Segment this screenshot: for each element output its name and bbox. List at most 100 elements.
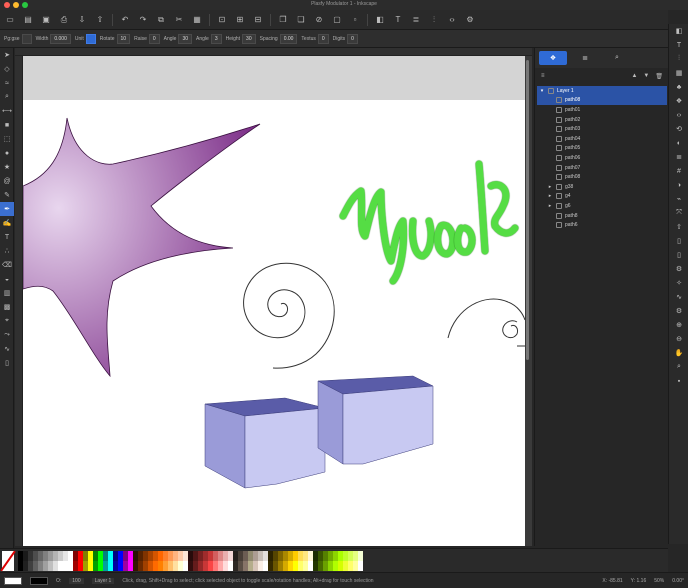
pencil-icon[interactable]: ✎ bbox=[0, 188, 14, 202]
selectors-icon[interactable]: # bbox=[669, 164, 688, 178]
3d-box-right[interactable] bbox=[317, 375, 434, 465]
control-value[interactable]: 30 bbox=[178, 33, 193, 44]
text-icon[interactable]: T bbox=[0, 230, 14, 244]
undo-icon[interactable]: ↶ bbox=[119, 14, 131, 26]
zoom-page-icon[interactable]: ⊟ bbox=[252, 14, 264, 26]
control-value[interactable]: 3 bbox=[210, 33, 222, 44]
tree-object-row[interactable]: path08 bbox=[537, 95, 667, 106]
rotation-value[interactable]: 0.00° bbox=[672, 578, 684, 584]
gear-icon[interactable]: ⚙ bbox=[669, 304, 688, 318]
delete-icon[interactable]: 🗑 bbox=[655, 73, 663, 80]
align-icon[interactable]: ⫶ bbox=[669, 52, 688, 66]
page[interactable] bbox=[23, 56, 525, 546]
measure-icon[interactable]: ⟷ bbox=[0, 104, 14, 118]
spiral-icon[interactable]: @ bbox=[0, 174, 14, 188]
eraser-icon[interactable]: ⌫ bbox=[0, 258, 14, 272]
path-effects-icon[interactable]: ∿ bbox=[669, 290, 688, 304]
control-value[interactable]: 30 bbox=[242, 33, 256, 44]
paint-servers-icon[interactable]: ◑ bbox=[669, 178, 688, 192]
fill-stroke-icon[interactable]: ◧ bbox=[669, 24, 688, 38]
text-icon[interactable]: T bbox=[392, 14, 404, 26]
open-icon[interactable]: ▤ bbox=[22, 14, 34, 26]
tweak-icon[interactable]: ≈ bbox=[0, 76, 14, 90]
calligraphy-icon[interactable]: ✍ bbox=[0, 216, 14, 230]
bucket-icon[interactable]: ◒ bbox=[0, 272, 14, 286]
horizontal-ruler[interactable] bbox=[15, 48, 532, 56]
zoom-icon[interactable]: ⌕ bbox=[0, 90, 14, 104]
expand-icon[interactable]: ▸ bbox=[547, 193, 553, 199]
copy-icon[interactable]: ⧉ bbox=[155, 14, 167, 26]
layers-icon[interactable]: ≣ bbox=[669, 150, 688, 164]
stroke-indicator[interactable] bbox=[30, 576, 48, 585]
zoom-selection-icon[interactable]: ⊡ bbox=[216, 14, 228, 26]
search-icon[interactable]: ⌕ bbox=[603, 51, 631, 65]
tree-object-row[interactable]: path02 bbox=[537, 115, 667, 125]
transform-icon[interactable]: ⤧ bbox=[669, 206, 688, 220]
ungroup-icon[interactable]: ▫ bbox=[349, 14, 361, 26]
duplicate-icon[interactable]: ❐ bbox=[277, 14, 289, 26]
document-icon[interactable]: ▯ bbox=[669, 234, 688, 248]
zoom-icon[interactable]: ⌕ bbox=[669, 360, 688, 374]
zoom-value[interactable]: 50% bbox=[654, 578, 664, 584]
tree-object-row[interactable]: ▸ g38 bbox=[537, 182, 667, 192]
zoom-in-icon[interactable]: ⊕ bbox=[669, 318, 688, 332]
pages-icon[interactable]: ▯ bbox=[0, 356, 14, 370]
fill-stroke-icon[interactable]: ◧ bbox=[374, 14, 386, 26]
tree-object-row[interactable]: path8 bbox=[537, 211, 667, 221]
control-value[interactable]: 0 bbox=[317, 33, 329, 44]
tree-object-row[interactable]: ▸ g6 bbox=[537, 201, 667, 211]
move-down-icon[interactable]: ▼ bbox=[643, 73, 649, 79]
xml-editor-icon[interactable]: ‹› bbox=[669, 108, 688, 122]
move-up-icon[interactable]: ▲ bbox=[631, 73, 637, 79]
text-icon[interactable]: T bbox=[669, 38, 688, 52]
objects-icon[interactable]: ❖ bbox=[669, 94, 688, 108]
star-icon[interactable]: ★ bbox=[0, 160, 14, 174]
mesh-icon[interactable]: ▩ bbox=[0, 300, 14, 314]
vertical-scrollbar[interactable] bbox=[525, 60, 530, 360]
control-value[interactable]: 0.000 bbox=[50, 33, 71, 44]
ellipse-icon[interactable]: ● bbox=[0, 146, 14, 160]
tree-object-row[interactable]: path06 bbox=[537, 153, 667, 163]
vertical-ruler[interactable] bbox=[15, 56, 23, 546]
scrollbar-thumb[interactable] bbox=[526, 60, 529, 360]
opacity-value[interactable]: 100 bbox=[69, 577, 84, 584]
unlink-icon[interactable]: ⊘ bbox=[313, 14, 325, 26]
spiral-shape-2[interactable] bbox=[447, 298, 525, 347]
connector-icon[interactable]: ⤳ bbox=[0, 328, 14, 342]
group-icon[interactable]: ▢ bbox=[331, 14, 343, 26]
expand-icon[interactable]: ▸ bbox=[547, 184, 553, 190]
fill-indicator[interactable] bbox=[4, 576, 22, 585]
lpe-icon[interactable]: ∿ bbox=[0, 342, 14, 356]
expand-icon[interactable]: ▾ bbox=[539, 88, 545, 94]
export-icon[interactable]: ⇧ bbox=[94, 14, 106, 26]
layers-tab-icon[interactable]: ≣ bbox=[571, 51, 599, 65]
filters-icon[interactable]: ◐ bbox=[669, 136, 688, 150]
objects-icon[interactable]: ❖ bbox=[539, 51, 567, 65]
spiral-shape[interactable] bbox=[243, 262, 335, 369]
node-icon[interactable]: ◇ bbox=[0, 62, 14, 76]
pages-icon[interactable]: ▯ bbox=[669, 248, 688, 262]
clone-icon[interactable]: ❏ bbox=[295, 14, 307, 26]
xml-icon[interactable]: ‹› bbox=[446, 14, 458, 26]
align-icon[interactable]: ⫶ bbox=[428, 14, 440, 26]
tree-object-row[interactable]: path04 bbox=[537, 134, 667, 144]
hand-icon[interactable]: ✋ bbox=[669, 346, 688, 360]
pointer-icon[interactable]: ▪ bbox=[669, 374, 688, 388]
rect-icon[interactable]: ■ bbox=[0, 118, 14, 132]
paste-icon[interactable]: ▦ bbox=[191, 14, 203, 26]
drawing[interactable] bbox=[23, 56, 525, 546]
redo-icon[interactable]: ↷ bbox=[137, 14, 149, 26]
pen-icon[interactable]: ✒ bbox=[0, 202, 14, 216]
tree-layer-row[interactable]: ▾ Layer 1 bbox=[537, 86, 667, 96]
canvas-area[interactable] bbox=[15, 48, 532, 546]
3d-box-left[interactable] bbox=[204, 397, 326, 489]
print-icon[interactable]: ⎙ bbox=[58, 14, 70, 26]
purple-star-shape[interactable] bbox=[23, 117, 261, 378]
dropper-icon[interactable]: ⌖ bbox=[0, 314, 14, 328]
control-value[interactable]: 0.00 bbox=[279, 33, 298, 44]
import-icon[interactable]: ⇩ bbox=[76, 14, 88, 26]
new-icon[interactable]: ▭ bbox=[4, 14, 16, 26]
tree-object-row[interactable]: path03 bbox=[537, 124, 667, 134]
control-value[interactable]: 0 bbox=[148, 33, 160, 44]
control-button[interactable] bbox=[21, 33, 32, 44]
